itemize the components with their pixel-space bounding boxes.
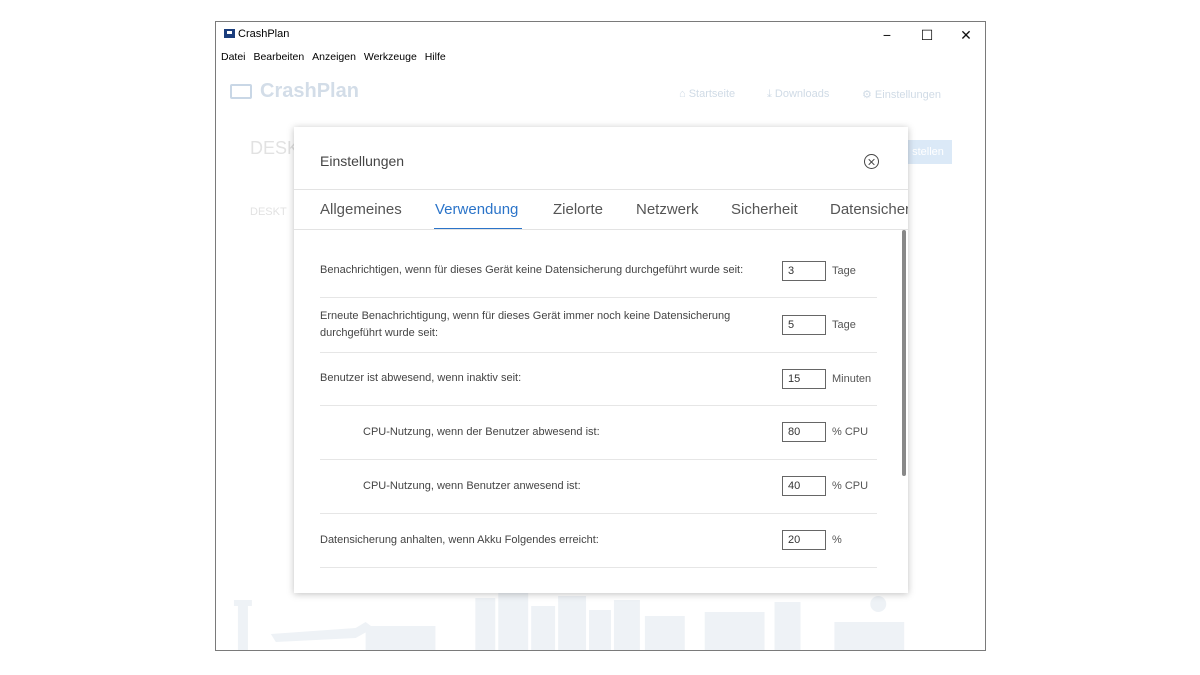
menu-bearbeiten[interactable]: Bearbeiten: [253, 51, 304, 63]
unit-label: % CPU: [832, 480, 869, 492]
tab-bar: Allgemeines Verwendung Zielorte Netzwerk…: [294, 190, 908, 230]
tab-zielorte[interactable]: Zielorte: [553, 201, 603, 218]
menu-werkzeuge[interactable]: Werkzeuge: [364, 51, 417, 63]
tab-netzwerk[interactable]: Netzwerk: [636, 201, 699, 218]
days-input[interactable]: 5: [782, 315, 826, 335]
maximize-button[interactable]: ☐: [908, 22, 946, 48]
setting-row: CPU-Nutzung, wenn Benutzer anwesend ist:…: [320, 460, 877, 514]
nav-downloads: ⤓ Downloads: [767, 88, 830, 100]
minutes-input[interactable]: 15: [782, 369, 826, 389]
setting-row: Benutzer ist abwesend, wenn inaktiv seit…: [320, 353, 877, 406]
nav-home: ⌂ Startseite: [679, 88, 736, 100]
setting-label: Datensicherung anhalten, wenn Akku Folge…: [320, 534, 599, 546]
tab-datensicherungssaetze[interactable]: Datensicherungssätze: [830, 201, 908, 218]
dialog-title: Einstellungen: [320, 153, 405, 169]
window-title: CrashPlan: [238, 28, 290, 40]
background-button: stellen: [904, 140, 952, 164]
city-skyline-illustration: [233, 592, 905, 650]
setting-row: Datensicherung anhalten, wenn Akku Folge…: [320, 514, 877, 568]
device-title: DESK: [250, 138, 300, 158]
setting-row: CPU-Nutzung, wenn der Benutzer abwesend …: [320, 406, 877, 460]
battery-input[interactable]: 20: [782, 530, 826, 550]
close-icon[interactable]: [864, 154, 879, 169]
crashplan-flag-icon: [224, 29, 235, 38]
setting-label: CPU-Nutzung, wenn der Benutzer abwesend …: [363, 426, 600, 438]
settings-dialog: Einstellungen Allgemeines Verwendung Zie…: [294, 127, 908, 593]
menu-bar: Datei Bearbeiten Anzeigen Werkzeuge Hilf…: [216, 51, 446, 67]
setting-label: Erneute Benachrichtigung, wenn für diese…: [320, 310, 731, 339]
setting-label: Benutzer ist abwesend, wenn inaktiv seit…: [320, 372, 522, 384]
setting-label: CPU-Nutzung, wenn Benutzer anwesend ist:: [363, 480, 581, 492]
unit-label: Tage: [832, 265, 856, 277]
menu-hilfe[interactable]: Hilfe: [425, 51, 446, 63]
tab-allgemeines[interactable]: Allgemeines: [320, 201, 402, 218]
unit-label: % CPU: [832, 426, 869, 438]
device-subtitle: DESKT: [250, 206, 287, 218]
tab-sicherheit[interactable]: Sicherheit: [731, 201, 798, 218]
setting-row: Erneute Benachrichtigung, wenn für diese…: [320, 298, 877, 353]
minimize-button[interactable]: −: [868, 22, 906, 48]
folder-icon: [230, 84, 252, 99]
unit-label: Tage: [832, 319, 856, 331]
settings-list: Benachrichtigen, wenn für dieses Gerät k…: [320, 230, 877, 568]
title-bar: CrashPlan − ☐ ✕: [216, 22, 985, 48]
menu-anzeigen[interactable]: Anzeigen: [312, 51, 356, 63]
unit-label: %: [832, 534, 842, 546]
nav-settings: ⚙ Einstellungen: [862, 89, 941, 101]
tab-verwendung[interactable]: Verwendung: [435, 201, 518, 218]
scrollbar[interactable]: [902, 230, 906, 476]
cpu-away-input[interactable]: 80: [782, 422, 826, 442]
cpu-present-input[interactable]: 40: [782, 476, 826, 496]
setting-row: Benachrichtigen, wenn für dieses Gerät k…: [320, 230, 877, 298]
menu-datei[interactable]: Datei: [221, 51, 246, 63]
setting-label: Benachrichtigen, wenn für dieses Gerät k…: [320, 264, 744, 276]
unit-label: Minuten: [832, 373, 872, 385]
app-logo: CrashPlan: [260, 80, 359, 102]
days-input[interactable]: 3: [782, 261, 826, 281]
close-window-button[interactable]: ✕: [947, 22, 985, 48]
